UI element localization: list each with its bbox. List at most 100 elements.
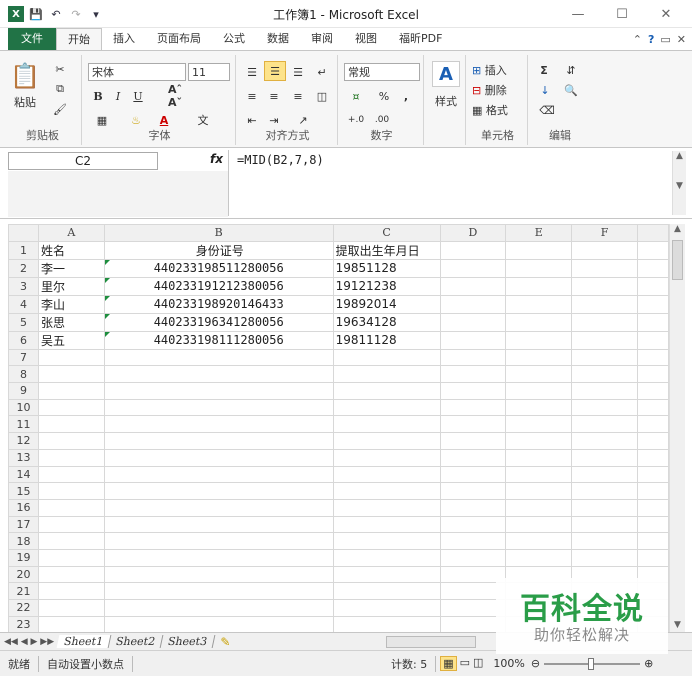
cell-g[interactable] bbox=[637, 432, 669, 450]
tab-file[interactable]: 文件 bbox=[8, 28, 56, 50]
cell-d[interactable] bbox=[439, 415, 507, 434]
cell-f[interactable] bbox=[571, 258, 639, 278]
cell-b[interactable] bbox=[103, 382, 334, 400]
insert-cells-button[interactable]: ⊞ 插入 bbox=[472, 61, 526, 79]
cell-c[interactable] bbox=[332, 548, 441, 567]
cell-e[interactable] bbox=[505, 465, 573, 484]
cell-f[interactable] bbox=[571, 276, 639, 296]
cell-f[interactable] bbox=[571, 415, 639, 434]
cell-a[interactable]: 姓名 bbox=[37, 240, 105, 260]
bold-button[interactable]: B bbox=[90, 87, 106, 105]
cell-c[interactable] bbox=[332, 348, 441, 367]
column-header-b[interactable]: B bbox=[103, 224, 334, 242]
cell-a[interactable]: 李一 bbox=[37, 258, 105, 278]
sort-filter-icon[interactable]: ⇵ bbox=[560, 61, 582, 79]
currency-icon[interactable]: ¤ bbox=[344, 87, 368, 105]
row-header[interactable]: 11 bbox=[8, 415, 39, 434]
cell-a[interactable] bbox=[37, 482, 105, 500]
cell-c[interactable]: 19811128 bbox=[332, 330, 441, 350]
styles-button[interactable]: 样式 bbox=[426, 93, 466, 109]
column-header-c[interactable]: C bbox=[332, 224, 441, 242]
page-layout-view-icon[interactable]: ▭ bbox=[460, 656, 470, 671]
scroll-down-icon[interactable]: ▼ bbox=[670, 620, 685, 630]
tab-view[interactable]: 视图 bbox=[344, 28, 388, 50]
cell-g[interactable] bbox=[637, 348, 669, 367]
cell-d[interactable] bbox=[439, 276, 507, 296]
cell-c[interactable] bbox=[332, 582, 441, 600]
cell-g[interactable] bbox=[637, 365, 669, 384]
font-grow-shrink-icon[interactable]: Aˆ Aˇ bbox=[168, 83, 198, 109]
cell-e[interactable] bbox=[505, 482, 573, 500]
cell-c[interactable] bbox=[332, 448, 441, 467]
cell-a[interactable] bbox=[37, 498, 105, 517]
cell-c[interactable] bbox=[332, 482, 441, 500]
row-header[interactable]: 6 bbox=[8, 330, 39, 350]
paste-button[interactable]: 粘贴 bbox=[8, 95, 42, 109]
cell-f[interactable] bbox=[571, 365, 639, 384]
cell-f[interactable] bbox=[571, 482, 639, 500]
cell-b[interactable] bbox=[103, 348, 334, 367]
cell-d[interactable] bbox=[439, 498, 507, 517]
cell-e[interactable] bbox=[505, 432, 573, 450]
row-header[interactable]: 3 bbox=[8, 276, 39, 296]
cell-e[interactable] bbox=[505, 532, 573, 550]
zoom-slider[interactable] bbox=[544, 657, 641, 670]
cell-c[interactable]: 提取出生年月日 bbox=[332, 240, 441, 260]
row-header[interactable]: 1 bbox=[8, 240, 39, 260]
insert-function-button[interactable]: fx bbox=[210, 152, 226, 170]
cell-d[interactable] bbox=[439, 532, 507, 550]
cell-d[interactable] bbox=[439, 382, 507, 400]
cell-f[interactable] bbox=[571, 515, 639, 534]
cell-b[interactable] bbox=[103, 482, 334, 500]
delete-cells-button[interactable]: ⊟ 删除 bbox=[472, 81, 526, 99]
formula-input[interactable]: =MID(B2,7,8) bbox=[228, 150, 668, 216]
tab-home[interactable]: 开始 bbox=[56, 28, 102, 50]
number-format-select[interactable]: 常规 bbox=[344, 63, 420, 81]
cell-a[interactable] bbox=[37, 465, 105, 484]
cell-c[interactable]: 19634128 bbox=[332, 312, 441, 332]
cell-b[interactable]: 身份证号 bbox=[103, 240, 334, 260]
cell-f[interactable] bbox=[571, 398, 639, 417]
row-header[interactable]: 5 bbox=[8, 312, 39, 332]
column-header-f[interactable]: F bbox=[571, 224, 639, 242]
cell-d[interactable] bbox=[439, 432, 507, 450]
cell-b[interactable] bbox=[103, 415, 334, 434]
scroll-thumb[interactable] bbox=[672, 240, 683, 280]
tab-insert[interactable]: 插入 bbox=[102, 28, 146, 50]
select-all-corner[interactable] bbox=[8, 224, 39, 242]
cut-icon[interactable]: ✂ bbox=[50, 61, 70, 77]
close-workbook-icon[interactable]: ✕ bbox=[677, 33, 686, 46]
row-header[interactable]: 22 bbox=[8, 599, 39, 617]
cell-b[interactable]: 440233198111280056 bbox=[103, 330, 334, 350]
vertical-scrollbar[interactable]: ▲ ▼ bbox=[669, 224, 685, 632]
new-sheet-icon[interactable]: ✎ bbox=[214, 635, 236, 649]
cell-d[interactable] bbox=[439, 398, 507, 417]
cell-d[interactable] bbox=[439, 258, 507, 278]
tab-formulas[interactable]: 公式 bbox=[212, 28, 256, 50]
cell-f[interactable] bbox=[571, 348, 639, 367]
column-header-g[interactable] bbox=[637, 224, 669, 242]
cell-d[interactable] bbox=[439, 448, 507, 467]
cell-g[interactable] bbox=[637, 548, 669, 567]
row-header[interactable]: 20 bbox=[8, 565, 39, 584]
cell-b[interactable]: 440233196341280056 bbox=[103, 312, 334, 332]
cell-b[interactable]: 440233191212380056 bbox=[103, 276, 334, 296]
row-header[interactable]: 13 bbox=[8, 448, 39, 467]
align-middle-icon[interactable]: ☰ bbox=[264, 61, 286, 81]
cell-d[interactable] bbox=[439, 312, 507, 332]
cell-b[interactable] bbox=[103, 448, 334, 467]
font-size-select[interactable]: 11 bbox=[188, 63, 230, 81]
cell-e[interactable] bbox=[505, 498, 573, 517]
row-header[interactable]: 19 bbox=[8, 548, 39, 567]
italic-button[interactable]: I bbox=[110, 87, 126, 105]
row-header[interactable]: 21 bbox=[8, 582, 39, 600]
row-header[interactable]: 14 bbox=[8, 465, 39, 484]
cell-f[interactable] bbox=[571, 294, 639, 314]
cell-c[interactable] bbox=[332, 515, 441, 534]
cell-e[interactable] bbox=[505, 258, 573, 278]
ribbon-collapse-icon[interactable]: ⌃ bbox=[633, 33, 642, 46]
cell-c[interactable] bbox=[332, 432, 441, 450]
row-header[interactable]: 18 bbox=[8, 532, 39, 550]
cell-g[interactable] bbox=[637, 465, 669, 484]
cell-e[interactable] bbox=[505, 365, 573, 384]
